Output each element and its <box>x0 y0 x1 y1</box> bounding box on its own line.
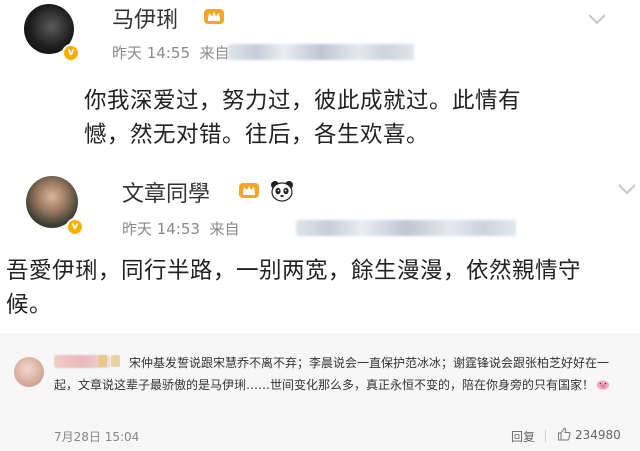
comment-time: 7月28日 15:04 <box>54 430 140 444</box>
vip-crown-icon <box>239 183 259 198</box>
verified-badge-icon: v <box>62 44 80 62</box>
divider <box>545 430 546 442</box>
post-meta: 昨天 14:55 来自 <box>112 42 230 63</box>
post-time: 昨天 14:55 <box>112 44 190 62</box>
username[interactable]: 文章同學 <box>122 176 210 208</box>
weibo-post-wen-zhang: v 文章同學 昨天 14:53 来自 吾愛伊琍，同行半路，一别两宽，餘生漫漫，依… <box>0 172 640 334</box>
comment-item: 宋仲基发誓说跟宋慧乔不离不弃；李晨说会一直保护范冰冰；谢霆锋说会跟张柏芝好好在一… <box>0 334 640 451</box>
commenter-avatar[interactable] <box>14 357 44 387</box>
comment-text-block: 宋仲基发誓说跟宋慧乔不离不弃；李晨说会一直保护范冰冰；谢霆锋说会跟张柏芝好好在一… <box>54 352 630 396</box>
post-meta: 昨天 14:53 来自 <box>122 218 240 239</box>
like-count[interactable]: 234980 <box>575 428 621 442</box>
thumb-up-icon[interactable] <box>557 427 571 441</box>
post-body: 吾愛伊琍，同行半路，一别两宽，餘生漫漫，依然親情守候。 <box>6 258 582 318</box>
pig-emoji-icon <box>596 380 610 390</box>
source-prefix: 来自 <box>209 220 240 238</box>
chevron-down-icon[interactable] <box>616 178 638 200</box>
vip-crown-icon <box>204 9 224 24</box>
post-body: 你我深爱过，努力过，彼此成就过。此情有憾，然无对错。往后，各生欢喜。 <box>84 88 522 148</box>
username[interactable]: 马伊琍 <box>112 2 178 34</box>
post-time: 昨天 14:53 <box>122 220 200 238</box>
panda-emoji-icon <box>271 181 293 202</box>
chevron-down-icon[interactable] <box>586 8 608 30</box>
comment-text: 宋仲基发誓说跟宋慧乔不离不弃；李晨说会一直保护范冰冰；谢霆锋说会跟张柏芝好好在一… <box>54 356 610 392</box>
weibo-post-ma-yili: v 马伊琍 昨天 14:55 来自 你我深爱过，努力过，彼此成就过。此情有憾，然… <box>0 0 640 172</box>
reply-button[interactable]: 回复 <box>511 428 535 445</box>
blurred-source <box>228 44 414 60</box>
verified-badge-icon: v <box>66 218 84 236</box>
blurred-source <box>296 220 516 236</box>
source-prefix: 来自 <box>199 44 230 62</box>
